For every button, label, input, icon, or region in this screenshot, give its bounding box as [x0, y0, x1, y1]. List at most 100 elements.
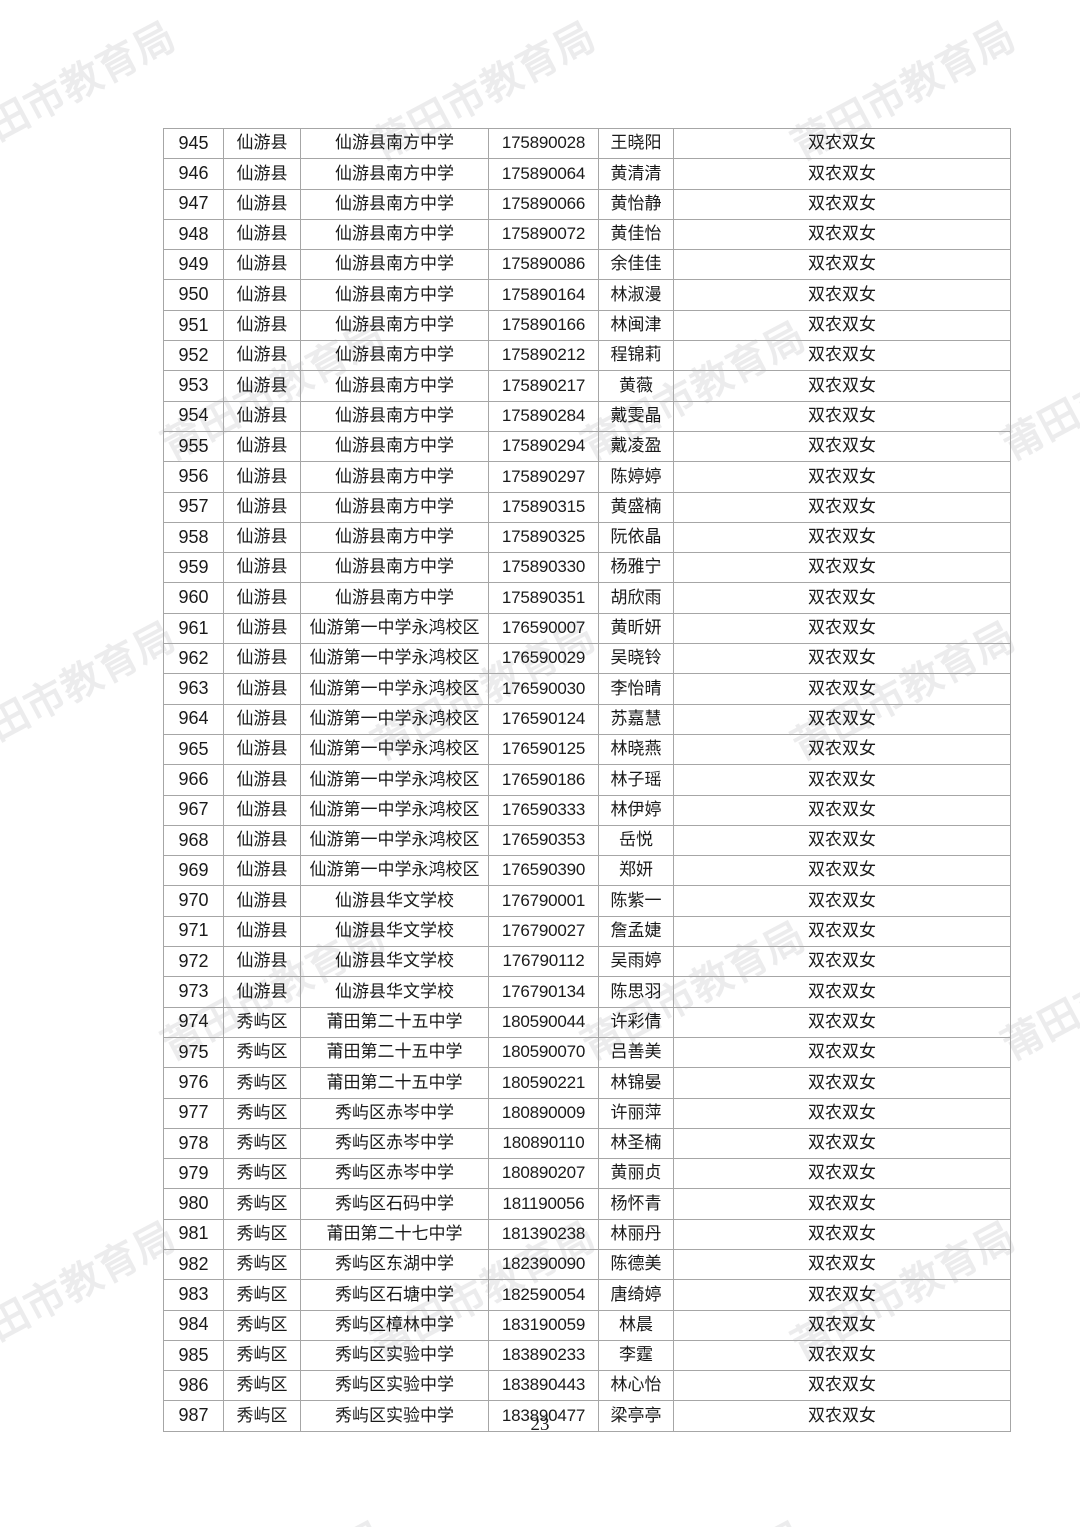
cell-county: 仙游县	[223, 400, 301, 432]
cell-sequence: 975	[163, 1036, 224, 1069]
cell-county: 仙游县	[223, 612, 301, 645]
cell-student-name: 陈紫一	[598, 885, 674, 917]
cell-exam-id: 176790134	[488, 976, 599, 1008]
cell-sequence: 983	[163, 1279, 224, 1311]
cell-category: 双农双女	[673, 491, 1011, 523]
cell-category: 双农双女	[673, 612, 1011, 645]
cell-exam-id: 175890217	[488, 370, 599, 402]
table-row: 966 仙游县 仙游第一中学永鸿校区 176590186 林子瑶 双农双女	[163, 764, 1011, 796]
cell-exam-id: 183190059	[488, 1309, 599, 1341]
table-row: 977 秀屿区 秀屿区赤岑中学 180890009 许丽萍 双农双女	[163, 1097, 1011, 1129]
cell-student-name: 许丽萍	[598, 1097, 674, 1129]
cell-student-name: 王晓阳	[598, 127, 674, 160]
cell-school: 秀屿区樟林中学	[300, 1309, 489, 1341]
cell-county: 仙游县	[223, 249, 301, 281]
cell-county: 仙游县	[223, 430, 301, 463]
table-row: 969 仙游县 仙游第一中学永鸿校区 176590390 郑妍 双农双女	[163, 855, 1011, 887]
cell-school: 仙游县南方中学	[300, 461, 489, 493]
cell-category: 双农双女	[673, 1036, 1011, 1069]
cell-category: 双农双女	[673, 1067, 1011, 1099]
cell-student-name: 戴凌盈	[598, 430, 674, 463]
cell-student-name: 林丽丹	[598, 1218, 674, 1250]
cell-sequence: 980	[163, 1188, 224, 1220]
cell-category: 双农双女	[673, 1097, 1011, 1129]
cell-category: 双农双女	[673, 1248, 1011, 1281]
cell-school: 莆田第二十五中学	[300, 1006, 489, 1038]
cell-sequence: 974	[163, 1006, 224, 1038]
cell-school: 仙游县南方中学	[300, 340, 489, 372]
cell-exam-id: 176590007	[488, 612, 599, 645]
cell-county: 仙游县	[223, 188, 301, 220]
cell-sequence: 973	[163, 976, 224, 1008]
cell-sequence: 955	[163, 430, 224, 463]
table-row: 974 秀屿区 莆田第二十五中学 180590044 许彩倩 双农双女	[163, 1006, 1011, 1038]
cell-category: 双农双女	[673, 673, 1011, 705]
cell-sequence: 969	[163, 855, 224, 887]
cell-category: 双农双女	[673, 885, 1011, 917]
cell-exam-id: 175890315	[488, 491, 599, 523]
cell-exam-id: 175890164	[488, 279, 599, 311]
cell-school: 仙游县南方中学	[300, 188, 489, 220]
cell-county: 仙游县	[223, 340, 301, 372]
cell-county: 秀屿区	[223, 1309, 301, 1341]
cell-exam-id: 176590125	[488, 733, 599, 766]
cell-exam-id: 175890297	[488, 461, 599, 493]
table-row: 947 仙游县 仙游县南方中学 175890066 黄怡静 双农双女	[163, 188, 1011, 220]
cell-category: 双农双女	[673, 1309, 1011, 1341]
cell-student-name: 戴雯晶	[598, 400, 674, 432]
cell-exam-id: 175890028	[488, 127, 599, 160]
cell-sequence: 964	[163, 703, 224, 735]
cell-category: 双农双女	[673, 1339, 1011, 1372]
cell-county: 仙游县	[223, 764, 301, 796]
cell-student-name: 李怡晴	[598, 673, 674, 705]
cell-school: 秀屿区石码中学	[300, 1188, 489, 1220]
cell-sequence: 945	[163, 127, 224, 160]
cell-county: 秀屿区	[223, 1188, 301, 1220]
table-row: 978 秀屿区 秀屿区赤岑中学 180890110 林圣楠 双农双女	[163, 1127, 1011, 1160]
cell-school: 仙游县南方中学	[300, 279, 489, 311]
cell-category: 双农双女	[673, 1006, 1011, 1038]
cell-sequence: 972	[163, 946, 224, 978]
cell-student-name: 黄薇	[598, 370, 674, 402]
cell-school: 秀屿区石塘中学	[300, 1279, 489, 1311]
cell-school: 仙游县南方中学	[300, 158, 489, 190]
cell-student-name: 杨雅宁	[598, 552, 674, 584]
table-row: 985 秀屿区 秀屿区实验中学 183890233 李霆 双农双女	[163, 1339, 1011, 1372]
cell-exam-id: 175890284	[488, 400, 599, 432]
table-row: 979 秀屿区 秀屿区赤岑中学 180890207 黄丽贞 双农双女	[163, 1158, 1011, 1190]
cell-sequence: 958	[163, 521, 224, 554]
cell-category: 双农双女	[673, 794, 1011, 826]
cell-category: 双农双女	[673, 764, 1011, 796]
cell-category: 双农双女	[673, 309, 1011, 342]
cell-category: 双农双女	[673, 340, 1011, 372]
cell-exam-id: 176590030	[488, 673, 599, 705]
cell-student-name: 陈婷婷	[598, 461, 674, 493]
cell-sequence: 967	[163, 794, 224, 826]
cell-student-name: 胡欣雨	[598, 582, 674, 614]
table-row: 948 仙游县 仙游县南方中学 175890072 黄佳怡 双农双女	[163, 218, 1011, 251]
table-row: 957 仙游县 仙游县南方中学 175890315 黄盛楠 双农双女	[163, 491, 1011, 523]
table-row: 965 仙游县 仙游第一中学永鸿校区 176590125 林晓燕 双农双女	[163, 733, 1011, 766]
cell-sequence: 976	[163, 1067, 224, 1099]
cell-county: 仙游县	[223, 552, 301, 584]
cell-sequence: 986	[163, 1370, 224, 1402]
cell-sequence: 981	[163, 1218, 224, 1250]
table-row: 980 秀屿区 秀屿区石码中学 181190056 杨怀青 双农双女	[163, 1188, 1011, 1220]
cell-county: 秀屿区	[223, 1158, 301, 1190]
cell-category: 双农双女	[673, 1127, 1011, 1160]
cell-category: 双农双女	[673, 249, 1011, 281]
cell-sequence: 966	[163, 764, 224, 796]
cell-category: 双农双女	[673, 1370, 1011, 1402]
cell-county: 仙游县	[223, 794, 301, 826]
cell-school: 仙游第一中学永鸿校区	[300, 764, 489, 796]
cell-sequence: 947	[163, 188, 224, 220]
cell-exam-id: 175890212	[488, 340, 599, 372]
cell-exam-id: 175890072	[488, 218, 599, 251]
cell-sequence: 953	[163, 370, 224, 402]
cell-student-name: 林晨	[598, 1309, 674, 1341]
cell-county: 秀屿区	[223, 1218, 301, 1250]
table-row: 973 仙游县 仙游县华文学校 176790134 陈思羽 双农双女	[163, 976, 1011, 1008]
cell-student-name: 林子瑶	[598, 764, 674, 796]
cell-exam-id: 182590054	[488, 1279, 599, 1311]
cell-sequence: 985	[163, 1339, 224, 1372]
